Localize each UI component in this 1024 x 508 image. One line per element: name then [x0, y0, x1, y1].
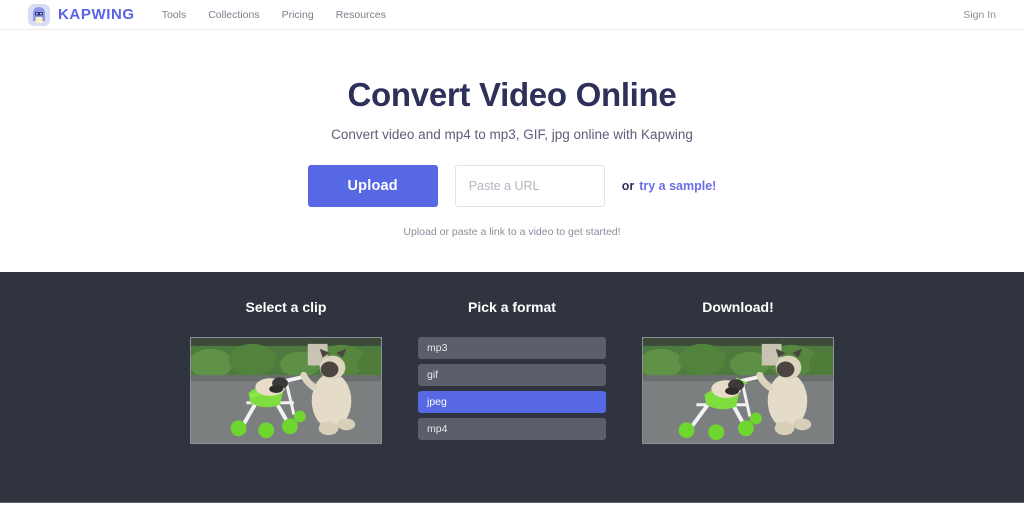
try-a-sample-link[interactable]: try a sample! [639, 179, 716, 193]
hero-action-row: Upload or try a sample! [307, 165, 716, 208]
brand-logo[interactable]: KAPWING [28, 3, 135, 26]
step-download: Download! [642, 299, 834, 444]
main-nav: Tools Collections Pricing Resources [162, 9, 386, 21]
format-option-gif[interactable]: gif [418, 364, 606, 386]
page-title: Convert Video Online [347, 76, 677, 113]
hero-hint-text: Upload or paste a link to a video to get… [403, 226, 621, 239]
kapwing-mascot-icon [28, 3, 50, 26]
nav-link-collections[interactable]: Collections [208, 9, 259, 21]
step-select-a-clip: Select a clip [190, 299, 382, 444]
step-title-select-a-clip: Select a clip [245, 299, 327, 315]
nav-link-tools[interactable]: Tools [162, 9, 187, 21]
nav-link-resources[interactable]: Resources [336, 9, 386, 21]
step-title-download: Download! [702, 299, 774, 315]
nav-link-pricing[interactable]: Pricing [282, 9, 314, 21]
page-root: KAPWING Tools Collections Pricing Resour… [0, 0, 1024, 508]
clip-thumbnail-result[interactable] [642, 337, 834, 444]
format-option-jpeg[interactable]: jpeg [418, 391, 606, 413]
step-title-pick-a-format: Pick a format [468, 299, 556, 315]
or-label: or [621, 179, 635, 194]
format-option-mp4[interactable]: mp4 [418, 418, 606, 440]
page-subtitle: Convert video and mp4 to mp3, GIF, jpg o… [331, 127, 693, 143]
upload-button[interactable]: Upload [307, 165, 438, 208]
format-list: mp3 gif jpeg mp4 [418, 337, 606, 440]
url-input[interactable] [454, 165, 605, 208]
step-pick-a-format: Pick a format mp3 gif jpeg mp4 [416, 299, 608, 444]
steps-section: Select a clip Pick a format mp3 gif jpeg… [0, 272, 1024, 503]
page-bottom-strip [0, 503, 1024, 508]
site-header: KAPWING Tools Collections Pricing Resour… [0, 0, 1024, 30]
clip-thumbnail-source[interactable] [190, 337, 382, 444]
hero-section: Convert Video Online Convert video and m… [0, 31, 1024, 272]
sign-in-button[interactable]: Sign In [963, 9, 996, 21]
steps-grid: Select a clip Pick a format mp3 gif jpeg… [0, 272, 1024, 444]
brand-name: KAPWING [58, 6, 135, 23]
format-option-mp3[interactable]: mp3 [418, 337, 606, 359]
